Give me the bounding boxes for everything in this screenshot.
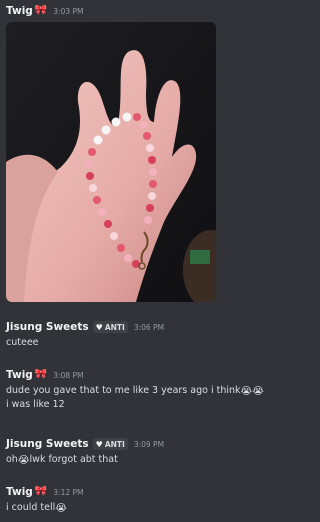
- message-text-part: i could tell: [6, 502, 56, 513]
- message-group: Jisung Sweets ♥ ANTI 3:09 PM oh😭lwk forg…: [6, 435, 164, 467]
- message-header: Twig 🎀 3:08 PM: [6, 366, 264, 384]
- clan-badge[interactable]: ♥ ANTI: [92, 321, 128, 333]
- bracelet-photo: [6, 22, 216, 302]
- message-header: Twig 🎀 3:03 PM: [6, 2, 216, 20]
- badge-label: ANTI: [104, 439, 125, 449]
- crying-emoji-icon: 😭: [55, 503, 67, 514]
- username[interactable]: Jisung Sweets: [6, 438, 89, 450]
- username[interactable]: Jisung Sweets: [6, 321, 89, 333]
- message-header: Jisung Sweets ♥ ANTI 3:06 PM: [6, 318, 164, 336]
- timestamp: 3:03 PM: [53, 6, 84, 16]
- message-text-part: lwk forgot abt that: [29, 454, 118, 465]
- heart-icon: ♥: [95, 439, 103, 449]
- heart-icon: ♥: [95, 322, 103, 332]
- message-header: Jisung Sweets ♥ ANTI 3:09 PM: [6, 435, 164, 453]
- message-text-part: oh: [6, 454, 18, 465]
- username[interactable]: Twig: [6, 369, 33, 381]
- username[interactable]: Twig: [6, 486, 33, 498]
- message-text: oh😭lwk forgot abt that: [6, 453, 164, 467]
- timestamp: 3:12 PM: [53, 487, 84, 497]
- timestamp: 3:09 PM: [133, 439, 165, 449]
- message-header: Twig 🎀 3:12 PM: [6, 483, 84, 501]
- chat-log: Twig 🎀 3:03 PM Jisung Sweets ♥ ANTI 3:06…: [0, 0, 300, 522]
- bow-icon: 🎀: [34, 369, 48, 380]
- message-group: Twig 🎀 3:03 PM: [6, 2, 216, 302]
- message-text: dude you gave that to me like 3 years ag…: [6, 384, 264, 398]
- message-group: Twig 🎀 3:08 PM dude you gave that to me …: [6, 366, 264, 412]
- crying-emoji-icon: 😭: [17, 455, 30, 466]
- message-text: cuteee: [6, 337, 39, 348]
- bow-icon: 🎀: [34, 5, 48, 16]
- timestamp: 3:06 PM: [133, 322, 165, 332]
- message-text-part: dude you gave that to me like 3 years ag…: [6, 385, 241, 396]
- crying-emoji-icon: 😭😭: [240, 386, 264, 397]
- image-attachment[interactable]: [6, 22, 216, 302]
- message-group: Twig 🎀 3:12 PM i could tell😭: [6, 483, 84, 515]
- bow-icon: 🎀: [34, 486, 48, 497]
- username[interactable]: Twig: [6, 5, 33, 17]
- badge-label: ANTI: [104, 322, 125, 332]
- message-text: i was like 12: [6, 399, 65, 410]
- clan-badge[interactable]: ♥ ANTI: [92, 438, 128, 450]
- message-text: i could tell😭: [6, 501, 84, 515]
- message-group: Jisung Sweets ♥ ANTI 3:06 PM cuteee: [6, 318, 164, 350]
- timestamp: 3:08 PM: [53, 370, 84, 380]
